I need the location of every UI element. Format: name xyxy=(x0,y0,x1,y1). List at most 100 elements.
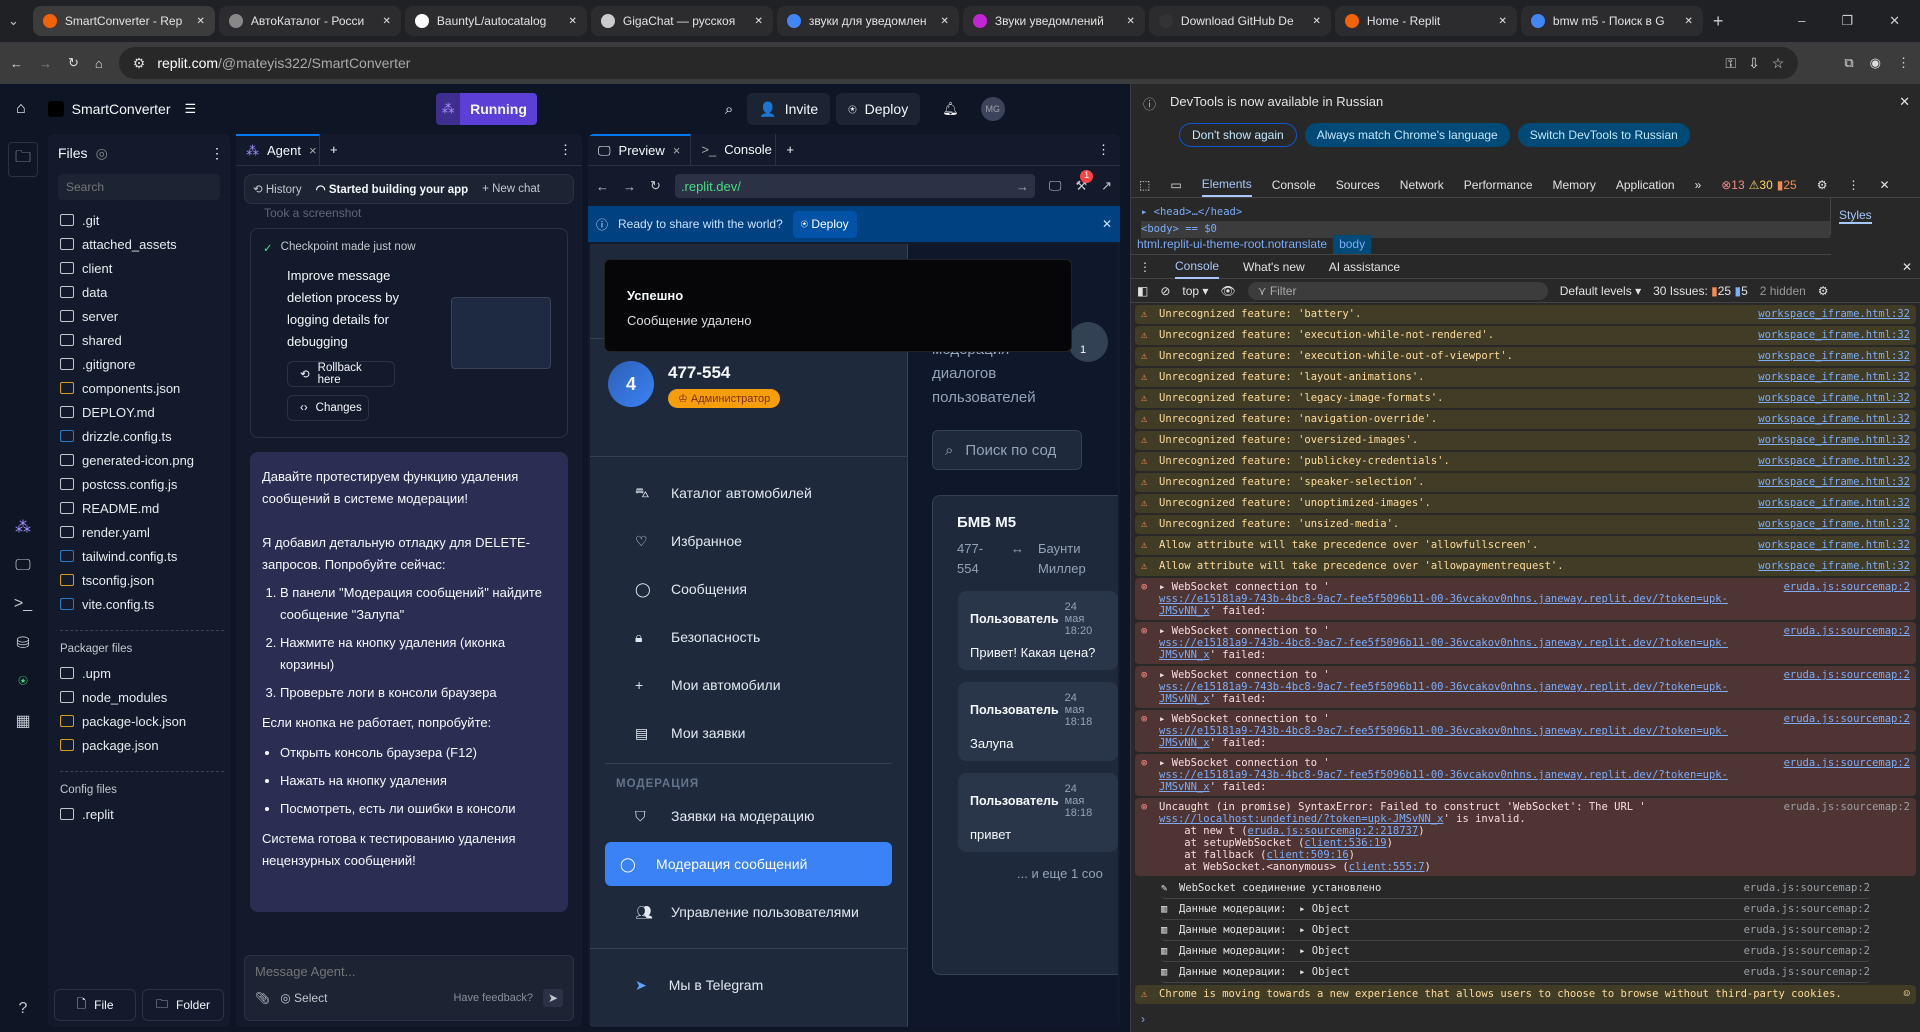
devtools-tab[interactable]: Memory xyxy=(1553,178,1596,192)
add-tab-icon[interactable]: + xyxy=(330,142,338,157)
nav-telegram[interactable]: ➤ Мы в Telegram xyxy=(605,963,892,1007)
file-item[interactable]: drizzle.config.ts xyxy=(54,424,224,448)
invite-button[interactable]: 👤 Invite xyxy=(747,93,831,125)
expand-icon[interactable]: ▸ xyxy=(1159,713,1172,725)
console-prompt[interactable]: › xyxy=(1131,1006,1920,1031)
file-item[interactable]: package-lock.json xyxy=(54,709,224,733)
close-devtools-icon[interactable]: ✕ xyxy=(1879,178,1889,192)
file-item[interactable]: .git xyxy=(54,208,224,232)
close-window-icon[interactable]: ✕ xyxy=(1889,13,1900,29)
feedback-link[interactable]: Have feedback? xyxy=(453,992,533,1004)
new-tab-icon[interactable]: + xyxy=(1713,11,1724,32)
files-search-input[interactable] xyxy=(58,174,220,200)
tab-close-icon[interactable]: ✕ xyxy=(197,16,205,27)
file-item[interactable]: vite.config.ts xyxy=(54,592,224,616)
tab-close-icon[interactable]: ✕ xyxy=(1313,16,1321,27)
source-link[interactable]: workspace_iframe.html:32 xyxy=(1758,455,1910,467)
nav-item[interactable]: ⛍ Каталог автомобилей xyxy=(605,471,892,515)
file-item[interactable]: render.yaml xyxy=(54,520,224,544)
reload-icon[interactable]: ↻ xyxy=(68,55,79,71)
stack-link[interactable]: client:509:16 xyxy=(1266,849,1348,861)
star-icon[interactable]: ☆ xyxy=(1772,55,1785,72)
live-expression-icon[interactable]: 👁︎ xyxy=(1220,284,1235,298)
file-item[interactable]: .replit xyxy=(54,802,224,826)
source-link[interactable]: workspace_iframe.html:32 xyxy=(1758,476,1910,488)
tab-agent[interactable]: ⁂ Agent × xyxy=(236,133,320,166)
nav-item[interactable]: ⛉ Заявки на модерацию xyxy=(605,794,892,838)
source-link[interactable]: eruda.js:sourcemap:2 xyxy=(1784,625,1910,637)
tab-close-icon[interactable]: ✕ xyxy=(1127,16,1135,27)
database-icon[interactable]: ⛁ xyxy=(16,633,29,653)
match-language-button[interactable]: Always match Chrome's language xyxy=(1304,123,1510,147)
file-item[interactable]: package.json xyxy=(54,733,224,757)
styles-tab[interactable]: Styles xyxy=(1839,208,1872,224)
file-item[interactable]: DEPLOY.md xyxy=(54,400,224,424)
source-link[interactable]: workspace_iframe.html:32 xyxy=(1758,350,1910,362)
expand-icon[interactable]: ▸ xyxy=(1159,625,1172,637)
more-icon[interactable]: ⋮ xyxy=(1847,178,1859,192)
file-item[interactable]: shared xyxy=(54,328,224,352)
expand-icon[interactable]: ▸ xyxy=(1159,581,1172,593)
install-icon[interactable]: ⇩ xyxy=(1748,55,1760,72)
close-icon[interactable]: × xyxy=(673,143,681,158)
tab-preview[interactable]: 🖵 Preview × xyxy=(588,134,692,166)
deployments-icon[interactable]: ⍟ xyxy=(18,673,28,691)
source-link[interactable]: eruda.js:sourcemap:2 xyxy=(1744,882,1870,894)
stack-link[interactable]: client:536:19 xyxy=(1304,837,1386,849)
home-icon[interactable]: ⌂ xyxy=(16,100,26,118)
chat-search-input[interactable]: ⌕ Поиск по сод xyxy=(932,430,1082,470)
key-icon[interactable]: ⚿ xyxy=(1725,55,1736,72)
source-link[interactable]: workspace_iframe.html:32 xyxy=(1758,434,1910,446)
screenshot-step[interactable]: Took a screenshot xyxy=(264,206,582,220)
nav-item[interactable]: + Мои автомобили xyxy=(605,663,892,707)
attach-icon[interactable]: 📎︎ xyxy=(255,991,270,1005)
shell-icon[interactable]: >_ xyxy=(14,595,32,613)
tab-close-icon[interactable]: ✕ xyxy=(1685,16,1693,27)
message-input[interactable] xyxy=(255,964,563,979)
file-item[interactable]: client xyxy=(54,256,224,280)
address-bar[interactable]: ⚙ replit.com/@mateyis322/SmartConverter … xyxy=(118,47,1799,79)
nav-item[interactable]: ◯ Сообщения xyxy=(605,567,892,611)
settings-icon[interactable]: ⚙ xyxy=(1817,178,1828,192)
chat-message[interactable]: Пользователь 24 мая 18:20 Привет! Какая це… xyxy=(958,591,1118,670)
drawer-tab[interactable]: Console xyxy=(1175,255,1220,279)
restore-icon[interactable]: ❐ xyxy=(1841,13,1853,29)
devtools-tab[interactable]: Elements xyxy=(1201,173,1252,197)
file-item[interactable]: .upm xyxy=(54,661,224,685)
profile-avatar[interactable]: ◉ xyxy=(1870,55,1881,71)
banner-deploy-button[interactable]: ⍟ Deploy xyxy=(792,210,857,238)
file-item[interactable]: components.json xyxy=(54,376,224,400)
drawer-tab[interactable]: What's new xyxy=(1243,260,1305,274)
devtools-tab[interactable]: Performance xyxy=(1464,178,1533,192)
nav-item[interactable]: ▤ Мои заявки xyxy=(605,711,892,755)
send-icon[interactable]: ➤ xyxy=(542,989,563,1007)
drawer-tab[interactable]: AI assistance xyxy=(1329,260,1400,274)
reload-icon[interactable]: ↻ xyxy=(650,178,661,194)
browser-tab[interactable]: АвтоКаталог - Росси ✕ xyxy=(218,6,401,36)
close-drawer-icon[interactable]: ✕ xyxy=(1902,260,1912,274)
file-item[interactable]: attached_assets xyxy=(54,232,224,256)
expand-icon[interactable]: ▸ xyxy=(1159,669,1172,681)
settings-icon[interactable]: ⚙ xyxy=(1818,284,1829,298)
source-link[interactable]: workspace_iframe.html:32 xyxy=(1758,329,1910,341)
source-link[interactable]: eruda.js:sourcemap:2 xyxy=(1784,581,1910,593)
object-expander[interactable]: ▸ Object xyxy=(1299,924,1350,936)
source-link[interactable]: workspace_iframe.html:32 xyxy=(1758,308,1910,320)
user-avatar[interactable]: MG xyxy=(980,97,1005,121)
devtools-tab[interactable]: Sources xyxy=(1336,178,1380,192)
panel-menu-icon[interactable]: ⋮ xyxy=(1097,142,1110,158)
switch-russian-button[interactable]: Switch DevTools to Russian xyxy=(1517,123,1690,147)
browser-tab[interactable]: SmartConverter - Rep ✕ xyxy=(32,6,215,36)
browser-tab[interactable]: звуки для уведомлен ✕ xyxy=(776,6,959,36)
back-icon[interactable]: ← xyxy=(10,56,23,71)
files-menu-icon[interactable]: ⋮ xyxy=(210,145,224,162)
tab-close-icon[interactable]: ✕ xyxy=(383,16,391,27)
websocket-url[interactable]: wss://localhost:undefined/?token=upk-JMS… xyxy=(1159,813,1443,825)
tab-close-icon[interactable]: ✕ xyxy=(1499,16,1507,27)
panel-menu-icon[interactable]: ⋮ xyxy=(559,142,572,158)
file-item[interactable]: server xyxy=(54,304,224,328)
clear-console-icon[interactable]: ⊘ xyxy=(1160,284,1170,298)
devtools-icon[interactable]: ⚒ 1 xyxy=(1075,170,1094,194)
drawer-menu-icon[interactable]: ⋮ xyxy=(1139,260,1151,274)
back-icon[interactable]: ← xyxy=(596,179,609,194)
